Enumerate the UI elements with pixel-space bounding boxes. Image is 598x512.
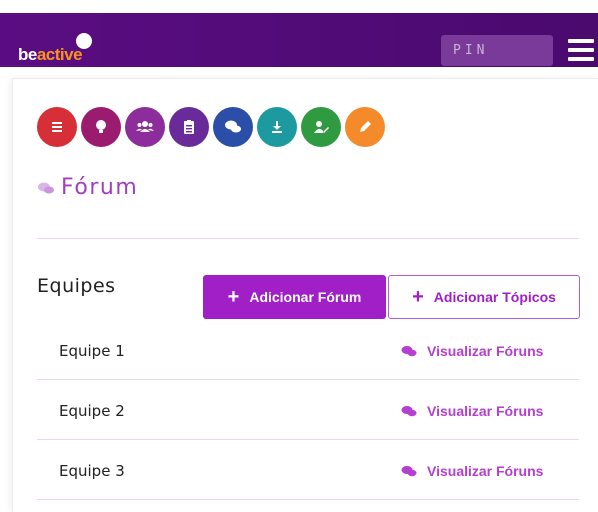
chat-bubble-icon bbox=[401, 406, 417, 417]
view-forums-link[interactable]: Visualizar Fóruns bbox=[401, 403, 543, 419]
hamburger-menu-icon[interactable] bbox=[568, 37, 594, 63]
pen-icon[interactable] bbox=[345, 107, 385, 147]
add-topics-button[interactable]: + Adicionar Tópicos bbox=[388, 275, 580, 319]
plus-icon: + bbox=[227, 286, 240, 308]
view-forums-label: Visualizar Fóruns bbox=[427, 403, 544, 419]
beactive-logo[interactable]: be active bbox=[18, 33, 92, 65]
plus-icon: + bbox=[412, 286, 424, 308]
module-icon-bar bbox=[37, 107, 389, 147]
logo-text-active: active bbox=[36, 45, 83, 64]
chat-bubble-icon bbox=[401, 346, 417, 357]
top-navigation-bar: be active PIN bbox=[0, 13, 598, 67]
menu-line bbox=[568, 57, 594, 61]
team-name: Equipe 3 bbox=[59, 462, 125, 480]
view-forums-link[interactable]: Visualizar Fóruns bbox=[401, 463, 543, 479]
menu-line bbox=[568, 39, 594, 43]
title-divider bbox=[37, 238, 579, 239]
chat-icon[interactable] bbox=[213, 107, 253, 147]
menu-line bbox=[568, 48, 594, 52]
view-forums-link[interactable]: Visualizar Fóruns bbox=[401, 343, 543, 359]
pin-input[interactable]: PIN bbox=[441, 35, 553, 66]
page-title-text: Fórum bbox=[61, 175, 139, 200]
team-name: Equipe 2 bbox=[59, 402, 125, 420]
page-title: Fórum bbox=[37, 175, 138, 200]
view-forums-label: Visualizar Fóruns bbox=[427, 463, 544, 479]
clipboard-icon[interactable] bbox=[169, 107, 209, 147]
team-row: Equipe 3 Visualizar Fóruns bbox=[37, 440, 579, 500]
team-row: Equipe 2 Visualizar Fóruns bbox=[37, 380, 579, 440]
team-name: Equipe 1 bbox=[59, 342, 125, 360]
teams-section-label: Equipes bbox=[37, 275, 116, 297]
team-row: Equipe 1 Visualizar Fóruns bbox=[37, 320, 579, 380]
list-icon[interactable] bbox=[37, 107, 77, 147]
logo-dot-icon bbox=[76, 33, 92, 49]
users-icon[interactable] bbox=[125, 107, 165, 147]
view-forums-label: Visualizar Fóruns bbox=[427, 343, 544, 359]
add-forum-label: Adicionar Fórum bbox=[249, 289, 362, 305]
download-icon[interactable] bbox=[257, 107, 297, 147]
add-forum-button[interactable]: + Adicionar Fórum bbox=[203, 275, 386, 319]
chat-bubble-icon bbox=[38, 182, 54, 193]
forum-card: Fórum Equipes + Adicionar Fórum + Adicio… bbox=[12, 78, 598, 512]
logo-text-be: be bbox=[18, 45, 37, 64]
lightbulb-icon[interactable] bbox=[81, 107, 121, 147]
chat-bubble-icon bbox=[401, 466, 417, 477]
user-edit-icon[interactable] bbox=[301, 107, 341, 147]
add-topics-label: Adicionar Tópicos bbox=[433, 289, 556, 305]
